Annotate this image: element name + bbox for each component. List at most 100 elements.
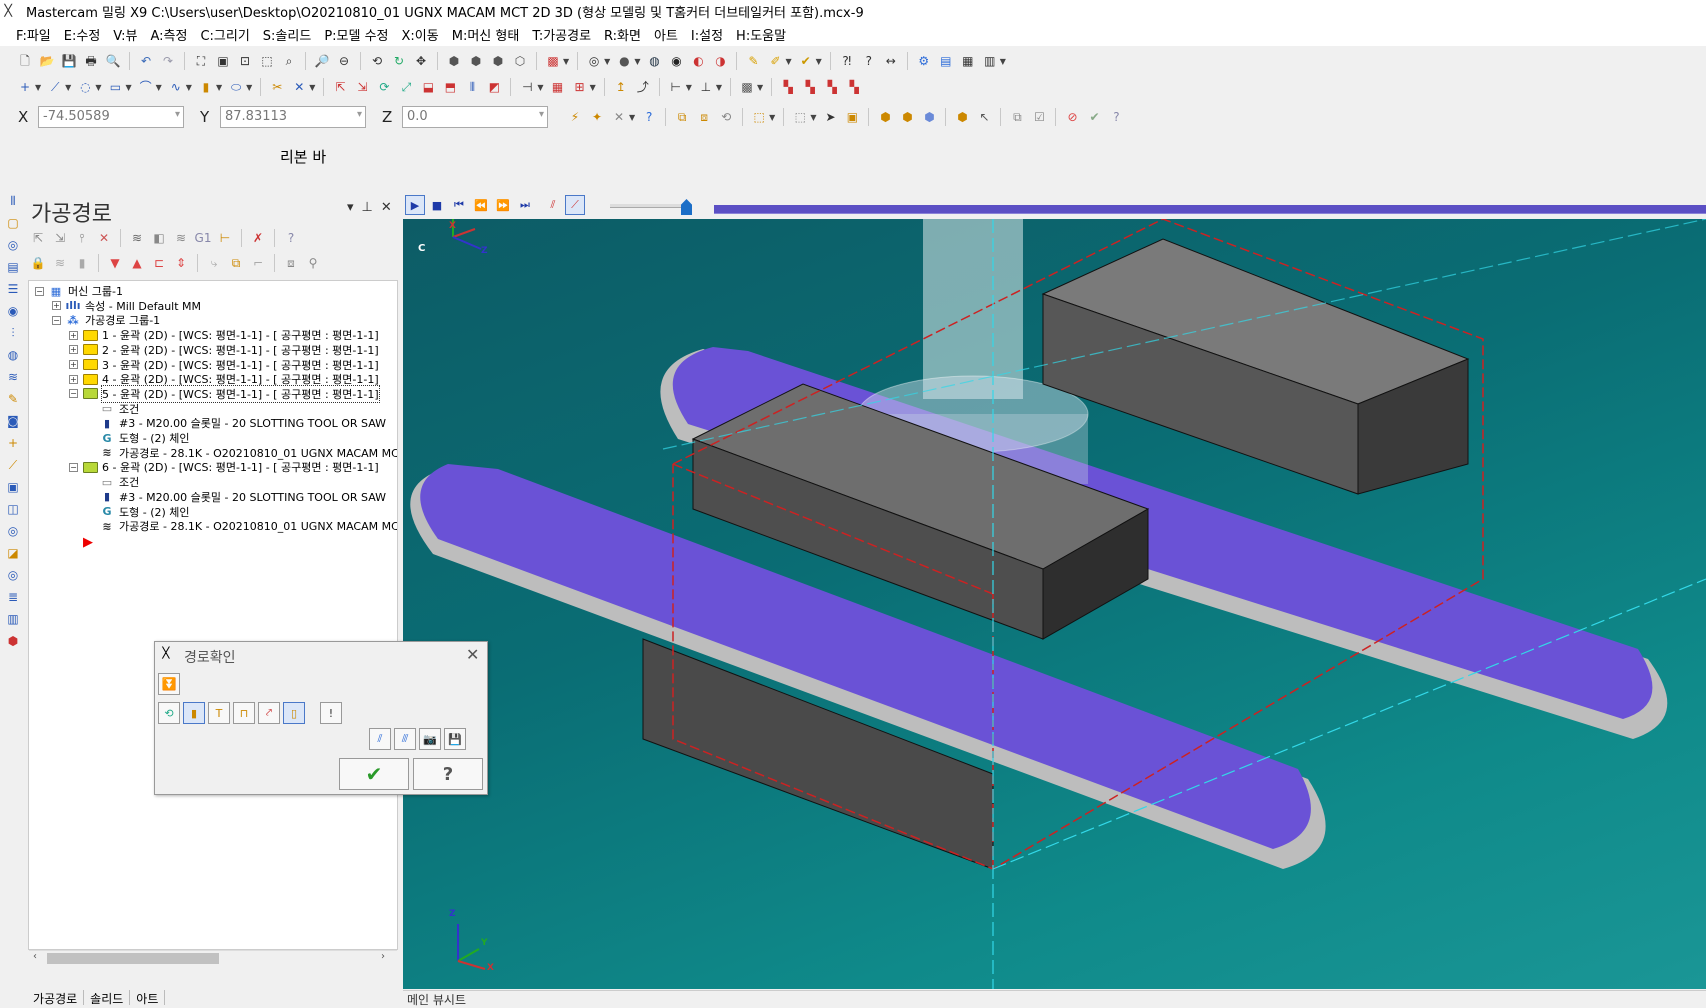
shaded-edges-icon[interactable]: ◉	[667, 52, 685, 70]
redo-icon[interactable]: ↷	[159, 52, 177, 70]
cube-view-icon[interactable]: ▩	[544, 52, 562, 70]
dialog-close-icon[interactable]: ✕	[466, 645, 479, 664]
toolpath-op-4-icon[interactable]: ▚	[845, 78, 863, 96]
dropdown-arrow-icon[interactable]: ▼	[563, 57, 569, 66]
blend-mill-icon[interactable]: ≣	[4, 588, 22, 606]
dropdown-arrow-icon[interactable]: ▼	[95, 83, 101, 92]
zoom-out-icon[interactable]: ⊖	[335, 52, 353, 70]
insert-arrow-icon[interactable]: ⊏	[150, 254, 168, 272]
settings-icon[interactable]: ⚙	[915, 52, 933, 70]
help-circle-icon[interactable]: ?	[1107, 108, 1125, 126]
dropdown-arrow-icon[interactable]: ▼	[716, 83, 722, 92]
xform-translate-icon[interactable]: ⇱	[331, 78, 349, 96]
autocursor-override-icon[interactable]: ✕	[610, 108, 628, 126]
undo-icon[interactable]: ↶	[137, 52, 155, 70]
delete-icon[interactable]: ✕	[290, 78, 308, 96]
select-mode-icon[interactable]: ⬚	[750, 108, 768, 126]
dropdown-arrow-icon[interactable]: ▼	[156, 83, 162, 92]
solid-pick-icon[interactable]: ⬢	[953, 108, 971, 126]
surface-finish-icon[interactable]: ⫶	[4, 324, 22, 342]
select-dirty-icon[interactable]: ⇲	[51, 229, 69, 247]
verify-ops-icon[interactable]: ◧	[150, 229, 168, 247]
ok-circle-icon[interactable]: ✔	[1085, 108, 1103, 126]
menu-help[interactable]: H:도움말	[736, 25, 786, 44]
menu-analyze[interactable]: A:측정	[150, 25, 187, 44]
fast-point-icon[interactable]: ⚡	[566, 108, 584, 126]
dropdown-arrow-icon[interactable]: ▼	[35, 83, 41, 92]
tree-item[interactable]: ▮ #3 - M20.00 슬롯밀 - 20 SLOTTING TOOL OR S…	[86, 415, 386, 431]
select-reset-icon[interactable]: ⟲	[717, 108, 735, 126]
expand-icon[interactable]: ⧉	[227, 254, 245, 272]
toolpath-op-3-icon[interactable]: ▚	[823, 78, 841, 96]
grid-select-icon[interactable]: ▦	[549, 78, 567, 96]
z-coord-input[interactable]: 0.0	[402, 106, 548, 128]
tab-toolpaths[interactable]: 가공경로	[27, 990, 85, 1006]
expand-icon[interactable]: +	[52, 301, 61, 311]
window-select-icon[interactable]: ⬚	[791, 108, 809, 126]
chain-mode-icon[interactable]: ✐	[766, 52, 784, 70]
toolpath-display-icon[interactable]: ⧈	[282, 254, 300, 272]
trim-icon[interactable]: ✂	[268, 78, 286, 96]
solid-face-icon[interactable]: ⬢	[876, 108, 894, 126]
tree-item[interactable]: − 6 - 윤곽 (2D) - [WCS: 평면-1-1] - [ 공구평면 : …	[69, 459, 379, 475]
dynamic-mill-icon[interactable]: ◎	[4, 522, 22, 540]
autocursor-icon[interactable]: ✦	[588, 108, 606, 126]
dropdown-arrow-icon[interactable]: ▼	[769, 113, 775, 122]
collapse-icon[interactable]: −	[52, 315, 61, 325]
rewind-icon[interactable]: ⏮	[449, 195, 469, 215]
dropdown-arrow-icon[interactable]: ▼	[186, 83, 192, 92]
expand-icon[interactable]: +	[69, 345, 78, 355]
regen-selected-icon[interactable]: ⫯	[73, 229, 91, 247]
select-only-icon[interactable]: ⧈	[695, 108, 713, 126]
xform-rotate-icon[interactable]: ⟳	[375, 78, 393, 96]
create-circle-icon[interactable]: ◌	[76, 78, 94, 96]
collapse-icon[interactable]: ⌐	[249, 254, 267, 272]
x-coord-input[interactable]: -74.50589	[38, 106, 184, 128]
ok-button[interactable]: ✔	[339, 758, 409, 790]
dropdown-arrow-icon[interactable]: ▼	[246, 83, 252, 92]
stock-icon[interactable]: ⬢	[4, 632, 22, 650]
xform-project-icon[interactable]: ⬒	[441, 78, 459, 96]
move-down-icon[interactable]: ▼	[106, 254, 124, 272]
zoom-selected-icon[interactable]: ⌕	[280, 52, 298, 70]
transform-icon[interactable]: ⟋	[4, 456, 22, 474]
display-rapid-icon[interactable]: ⊓	[233, 702, 255, 724]
contour-icon[interactable]: ▢	[4, 214, 22, 232]
simulate-icon[interactable]: ≋	[172, 229, 190, 247]
display-toolpath-icon[interactable]: ⟲	[158, 702, 180, 724]
peel-mill-icon[interactable]: ◎	[4, 566, 22, 584]
unzoom-icon[interactable]: 🔎	[313, 52, 331, 70]
toggle-display-icon[interactable]: ≋	[51, 254, 69, 272]
toolpath-op-2-icon[interactable]: ▚	[801, 78, 819, 96]
display-holder-icon[interactable]: T	[208, 702, 230, 724]
menu-model-prep[interactable]: P:모델 수정	[324, 25, 388, 44]
hybrid-mill-icon[interactable]: ▥	[4, 610, 22, 628]
camera-icon[interactable]: 📷	[419, 728, 441, 750]
lock-icon[interactable]: 🔒	[29, 254, 47, 272]
tree-item[interactable]: ≋ 가공경로 - 28.1K - O20210810_01 UGNX MACAM …	[86, 518, 397, 534]
tree-item[interactable]: + ıllı 속성 - Mill Default MM	[52, 298, 201, 314]
tree-item[interactable]: +3 - 윤곽 (2D) - [WCS: 평면-1-1] - [ 공구평면 : …	[69, 357, 379, 373]
scroll-right-icon[interactable]: ›	[381, 951, 385, 962]
post-icon[interactable]: G1	[194, 229, 212, 247]
backplot-ops-icon[interactable]: ≋	[128, 229, 146, 247]
dropdown-arrow-icon[interactable]: ▼	[125, 83, 131, 92]
dropdown-arrow-icon[interactable]: ▼	[1000, 57, 1006, 66]
circle-mill-icon[interactable]: ◍	[4, 346, 22, 364]
analyze-icon[interactable]: ⁈	[838, 52, 856, 70]
slot-mill-icon[interactable]: ◙	[4, 412, 22, 430]
dynamic-rotate-icon[interactable]: ↻	[390, 52, 408, 70]
dialog-save-icon[interactable]: 💾	[444, 728, 466, 750]
rotate-icon[interactable]: ⟲	[368, 52, 386, 70]
select-all-icon[interactable]: ⧉	[673, 108, 691, 126]
menu-toolpaths[interactable]: T:가공경로	[532, 25, 591, 44]
analyze-entity-icon[interactable]: ?	[860, 52, 878, 70]
info-icon[interactable]: !	[320, 702, 342, 724]
display-endpoint-icon[interactable]: ⤤	[258, 702, 280, 724]
dialog-trace-all-icon[interactable]: ⫻	[394, 728, 416, 750]
solid-select-icon[interactable]: ▣	[843, 108, 861, 126]
thread-mill-icon[interactable]: ≋	[4, 368, 22, 386]
graphics-viewport[interactable]: X C Z Z Y X	[403, 219, 1706, 989]
dropdown-arrow-icon[interactable]: ▼	[816, 57, 822, 66]
create-rectangle-icon[interactable]: ▭	[106, 78, 124, 96]
